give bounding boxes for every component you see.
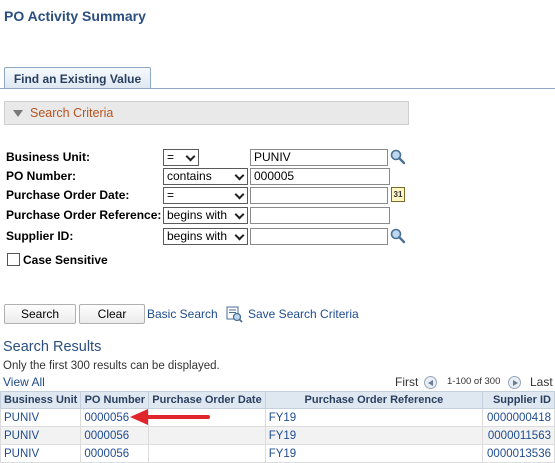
cell-purchase-order-reference[interactable]: FY19 <box>264 426 484 445</box>
annotation-arrow <box>130 409 210 425</box>
results-grid-toolbar: View All First 1-100 of 300 Last <box>0 374 555 391</box>
cell-business-unit[interactable]: PUNIV <box>0 426 82 445</box>
business-unit-operator-select[interactable]: = <box>163 149 199 166</box>
clear-button[interactable]: Clear <box>79 304 145 324</box>
business-unit-input[interactable]: PUNIV <box>250 149 388 166</box>
purchase-order-date-operator-value: = <box>167 188 175 202</box>
search-results-note: Only the first 300 results can be displa… <box>3 360 220 372</box>
search-button[interactable]: Search <box>4 304 76 324</box>
search-results-title: Search Results <box>3 339 102 355</box>
purchase-order-date-operator-select[interactable]: = <box>163 187 248 204</box>
table-header-row: Business Unit PO Number Purchase Order D… <box>0 391 555 409</box>
field-row-purchase-order-date: Purchase Order Date: = 31 <box>0 187 555 204</box>
tab-find-existing-value[interactable]: Find an Existing Value <box>4 67 151 89</box>
last-link[interactable]: Last <box>530 375 553 389</box>
cell-supplier-id[interactable]: 0000011563 <box>482 426 555 445</box>
field-row-business-unit: Business Unit: = PUNIV <box>0 149 555 166</box>
search-criteria-label: Search Criteria <box>30 106 114 120</box>
purchase-order-reference-operator-select[interactable]: begins with <box>163 207 248 224</box>
save-criteria-icon[interactable] <box>226 306 243 323</box>
supplier-id-operator-select[interactable]: begins with <box>163 228 248 245</box>
supplier-id-operator-value: begins with <box>167 229 228 243</box>
purchase-order-reference-input[interactable] <box>250 207 390 224</box>
chevron-down-icon <box>234 209 245 220</box>
chevron-down-icon <box>234 230 245 241</box>
field-row-purchase-order-reference: Purchase Order Reference: begins with <box>0 207 555 224</box>
previous-page-icon[interactable] <box>424 376 437 389</box>
column-header-purchase-order-reference[interactable]: Purchase Order Reference <box>264 391 484 409</box>
business-unit-label: Business Unit: <box>6 150 91 164</box>
cell-business-unit[interactable]: PUNIV <box>0 408 82 427</box>
chevron-down-icon <box>234 189 245 200</box>
search-criteria-header[interactable]: Search Criteria <box>4 101 409 125</box>
lookup-magnifier-icon[interactable] <box>390 149 406 165</box>
column-header-business-unit[interactable]: Business Unit <box>0 391 82 409</box>
cell-purchase-order-date[interactable] <box>148 426 266 445</box>
basic-search-link[interactable]: Basic Search <box>147 307 218 321</box>
business-unit-operator-value: = <box>167 150 175 164</box>
column-header-supplier-id[interactable]: Supplier ID <box>482 391 555 409</box>
table-row[interactable]: PUNIV 0000056 FY19 0000011563 <box>0 426 555 445</box>
chevron-down-icon <box>234 170 245 181</box>
cell-supplier-id[interactable]: 0000000418 <box>482 408 555 427</box>
purchase-order-date-input[interactable] <box>250 187 388 204</box>
search-results-table: Business Unit PO Number Purchase Order D… <box>0 391 555 463</box>
page-title: PO Activity Summary <box>4 8 146 24</box>
supplier-id-input[interactable] <box>250 228 388 245</box>
po-number-operator-select[interactable]: contains <box>163 168 248 185</box>
first-link[interactable]: First <box>395 375 418 389</box>
purchase-order-reference-label: Purchase Order Reference: <box>6 208 162 222</box>
purchase-order-reference-operator-value: begins with <box>167 208 228 222</box>
lookup-magnifier-icon[interactable] <box>390 228 406 244</box>
tab-divider <box>0 88 555 89</box>
po-number-operator-value: contains <box>167 169 212 183</box>
page-range: 1-100 of 300 <box>447 376 501 387</box>
purchase-order-date-label: Purchase Order Date: <box>6 188 130 202</box>
calendar-icon[interactable]: 31 <box>391 187 405 202</box>
field-row-po-number: PO Number: contains 000005 <box>0 168 555 185</box>
po-number-label: PO Number: <box>6 169 77 183</box>
po-number-input[interactable]: 000005 <box>250 168 390 185</box>
supplier-id-label: Supplier ID: <box>6 229 74 243</box>
case-sensitive-checkbox[interactable] <box>7 253 20 266</box>
cell-po-number[interactable]: 0000056 <box>80 426 150 445</box>
next-page-icon[interactable] <box>508 376 521 389</box>
table-row[interactable]: PUNIV 0000056 FY19 0000000418 <box>0 408 555 427</box>
field-row-supplier-id: Supplier ID: begins with <box>0 228 555 245</box>
collapse-triangle-icon[interactable] <box>13 109 23 117</box>
case-sensitive-label: Case Sensitive <box>23 253 108 267</box>
chevron-down-icon <box>185 151 196 162</box>
save-search-criteria-link[interactable]: Save Search Criteria <box>248 307 359 321</box>
cell-purchase-order-reference[interactable]: FY19 <box>264 408 484 427</box>
view-all-link[interactable]: View All <box>3 375 45 389</box>
